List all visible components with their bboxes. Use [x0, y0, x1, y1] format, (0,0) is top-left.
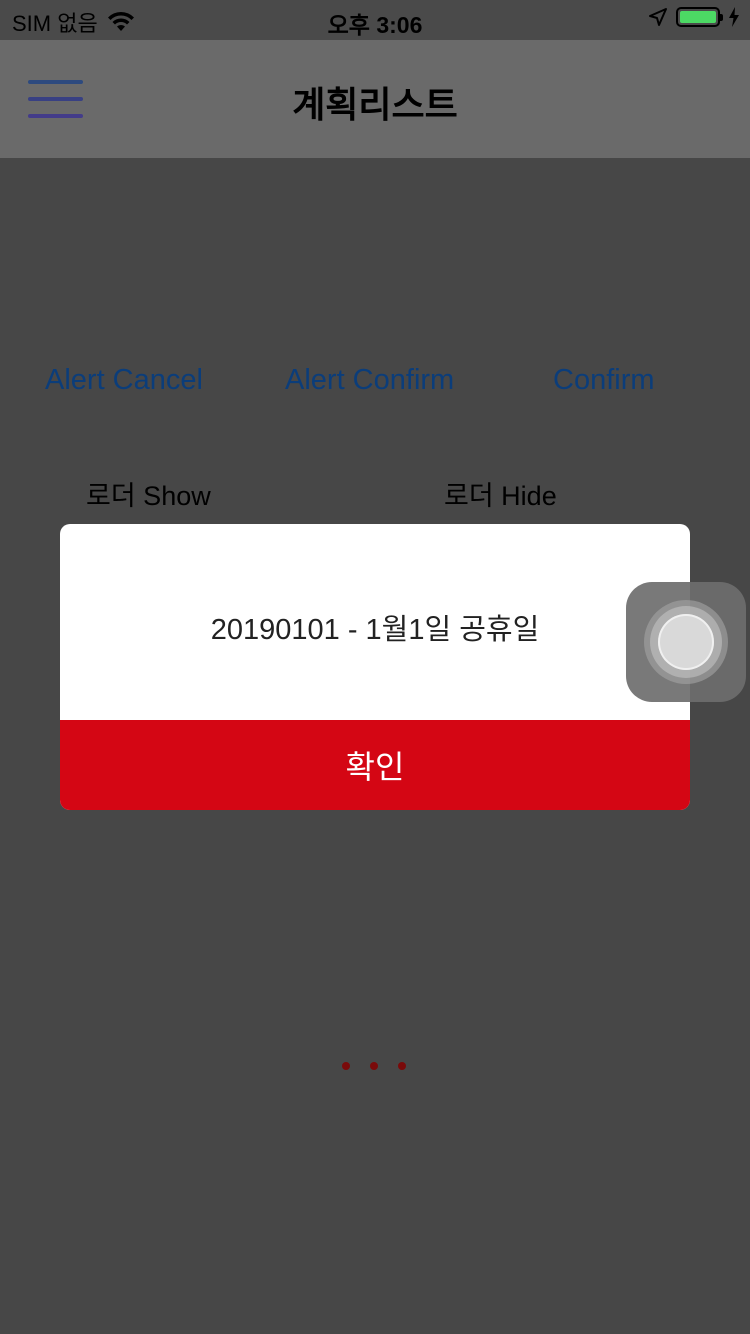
- alert-dialog: 20190101 - 1월1일 공휴일 확인: [60, 524, 690, 810]
- page-title: 계획리스트: [292, 84, 458, 125]
- charging-bolt-icon: [729, 7, 739, 27]
- alert-confirm-button[interactable]: Alert Confirm: [285, 364, 454, 397]
- assistive-touch-core-icon: [658, 614, 714, 670]
- alert-cancel-button[interactable]: Alert Cancel: [45, 364, 203, 397]
- loader-hide-button[interactable]: 로더 Hide: [444, 474, 557, 513]
- status-bar: SIM 없음 오후 3:06: [0, 0, 750, 40]
- location-arrow-icon: [649, 8, 667, 26]
- confirm-button[interactable]: Confirm: [553, 364, 655, 397]
- dialog-message: 20190101 - 1월1일 공휴일: [210, 614, 540, 646]
- loading-dot: [398, 1062, 406, 1070]
- loader-show-button[interactable]: 로더 Show: [86, 474, 211, 513]
- loading-dots: [342, 1062, 406, 1070]
- status-time: 오후 3:06: [327, 12, 423, 38]
- assistive-touch-button[interactable]: [626, 582, 746, 702]
- ok-button[interactable]: 확인: [60, 720, 690, 810]
- loading-dot: [342, 1062, 350, 1070]
- status-bar-right: [648, 7, 740, 27]
- nav-bar: 계획리스트: [0, 40, 750, 158]
- loading-dot: [370, 1062, 378, 1070]
- battery-icon: [676, 7, 723, 27]
